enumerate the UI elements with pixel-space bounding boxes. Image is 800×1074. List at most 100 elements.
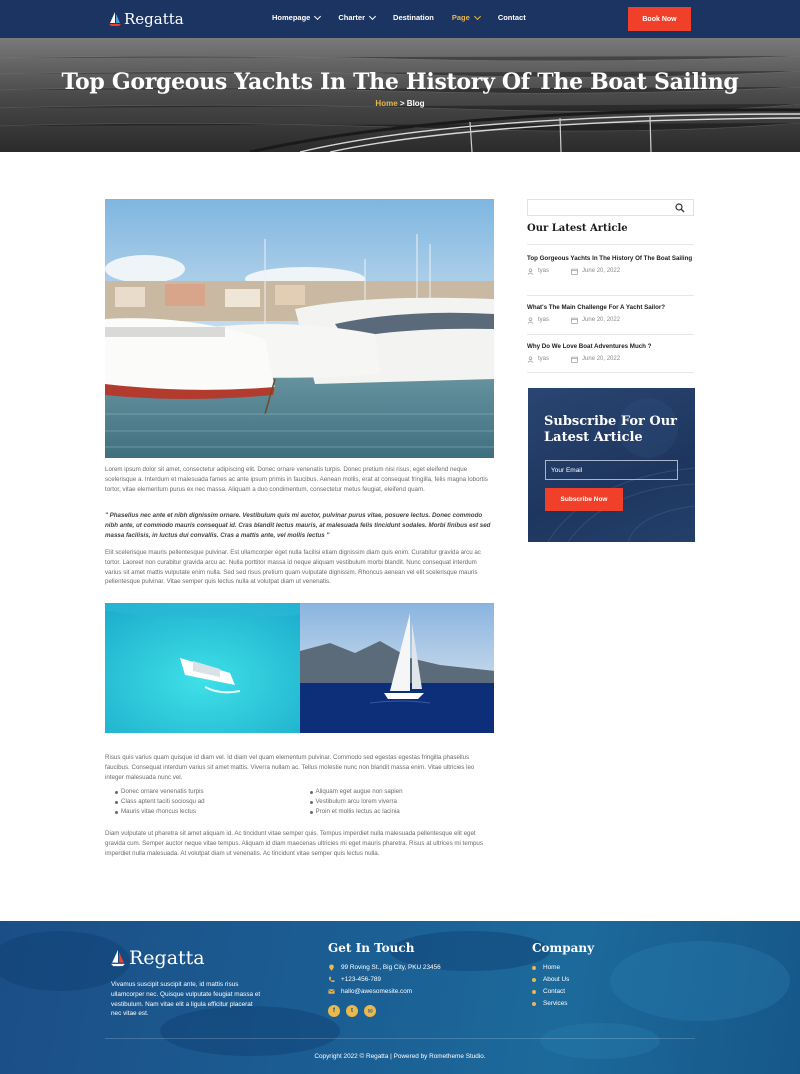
footer-link-label: Home (543, 964, 561, 971)
yacht-turquoise-water-image (105, 603, 300, 733)
phone-icon (328, 976, 335, 983)
latest-article-item[interactable]: Top Gorgeous Yachts In The History Of Th… (527, 254, 694, 275)
divider (527, 334, 694, 335)
footer-brand-name: Regatta (129, 947, 205, 969)
book-now-button[interactable]: Book Now (628, 7, 691, 31)
contact-phone[interactable]: +123-456-789 (328, 976, 381, 983)
sidebar-search (527, 199, 694, 220)
article-author: tyas (538, 356, 550, 363)
menu-label: Destination (393, 13, 434, 22)
sailboat-logo-icon (109, 12, 121, 26)
mail-icon (328, 989, 335, 994)
twitter-icon[interactable]: t (346, 1005, 358, 1017)
menu-item-homepage[interactable]: Homepage (272, 12, 322, 22)
subscribe-box: Subscribe For Our Latest Article Subscri… (528, 388, 695, 542)
article-date: June 20, 2022 (582, 356, 621, 363)
hero-sea-background (0, 38, 800, 152)
latest-article-item[interactable]: Why Do We Love Boat Adventures Much ? ty… (527, 342, 694, 363)
menu-label: Contact (497, 13, 526, 22)
sailboat-logo-icon (111, 949, 125, 967)
article-image-row (105, 603, 494, 733)
footer-about-text: Vivamus suscipit suscipit ante, id matti… (111, 981, 261, 1018)
article-author: tyas (538, 268, 550, 275)
footer-link-about-us[interactable]: About Us (532, 976, 569, 983)
latest-article-title[interactable]: Why Do We Love Boat Adventures Much ? (527, 342, 694, 352)
calendar-icon (571, 356, 578, 363)
article-date: June 20, 2022 (582, 317, 621, 324)
divider (527, 295, 694, 296)
footer-link-label: Contact (543, 988, 566, 995)
user-icon (527, 356, 534, 363)
contact-email[interactable]: hallo@awesomesite.com (328, 988, 412, 995)
email-social-icon[interactable]: ✉ (364, 1005, 376, 1017)
list-item: Aliquam eget augue non sapien (309, 787, 495, 797)
article-date: June 20, 2022 (582, 268, 621, 275)
article-bullet-lists: Donec ornare venenatis turpis Class apte… (105, 787, 494, 817)
main-menu: Homepage Charter Destination Page Contac… (272, 12, 544, 22)
subscribe-email-field[interactable] (545, 460, 678, 480)
contact-heading: Get In Touch (328, 941, 415, 955)
bullet-dot-icon (532, 977, 536, 982)
search-input[interactable] (528, 204, 668, 220)
article-paragraph-4: Diam vulputate ut pharetra sit amet aliq… (105, 830, 483, 857)
calendar-icon (571, 317, 578, 324)
list-item: Donec ornare venenatis turpis (115, 787, 300, 797)
breadcrumb-separator: > (399, 99, 405, 108)
article-meta: tyas June 20, 2022 (527, 356, 694, 363)
subscribe-button[interactable]: Subscribe Now (545, 488, 623, 511)
latest-article-title[interactable]: Top Gorgeous Yachts In The History Of Th… (527, 254, 694, 264)
social-links: f t ✉ (328, 1005, 376, 1017)
article-author: tyas (538, 317, 550, 324)
article-paragraph-3: Risus quis varius quam quisque id diam v… (105, 754, 475, 781)
facebook-icon[interactable]: f (328, 1005, 340, 1017)
list-item: Proin et mollis lectus ac lacinia (309, 807, 495, 817)
search-icon[interactable] (675, 203, 685, 213)
subscribe-title: Subscribe For Our Latest Article (544, 414, 678, 445)
article-meta: tyas June 20, 2022 (527, 317, 694, 324)
bullet-list-left: Donec ornare venenatis turpis Class apte… (105, 787, 300, 817)
calendar-icon (571, 268, 578, 275)
menu-item-destination[interactable]: Destination (393, 13, 434, 22)
latest-articles-title: Our Latest Article (527, 223, 628, 234)
latest-article-item[interactable]: What's The Main Challenge For A Yacht Sa… (527, 303, 694, 324)
brand-logo[interactable]: Regatta (109, 9, 184, 29)
footer-link-services[interactable]: Services (532, 1000, 568, 1007)
chevron-down-icon (473, 12, 481, 20)
article-paragraph-2: Elit scelerisque mauris pellentesque pul… (105, 549, 481, 586)
breadcrumb-home-link[interactable]: Home (375, 99, 397, 108)
page-hero: Top Gorgeous Yachts In The History Of Th… (0, 38, 800, 152)
footer-link-label: About Us (543, 976, 570, 983)
menu-item-contact[interactable]: Contact (498, 13, 526, 22)
footer-link-home[interactable]: Home (532, 964, 560, 971)
breadcrumb-current: Blog (406, 99, 425, 108)
menu-item-page[interactable]: Page (451, 12, 481, 22)
latest-article-title[interactable]: What's The Main Challenge For A Yacht Sa… (527, 303, 694, 313)
marina-yachts-image (105, 199, 494, 458)
bullet-list-right: Aliquam eget augue non sapien Vestibulum… (300, 787, 495, 817)
menu-label: Charter (338, 13, 366, 22)
footer-link-contact[interactable]: Contact (532, 988, 565, 995)
divider (527, 372, 694, 373)
email-text: hallo@awesomesite.com (341, 988, 413, 995)
footer-link-label: Services (543, 1000, 568, 1007)
address-text: 99 Roving St., Big City, PKU 23456 (341, 964, 441, 971)
phone-text: +123-456-789 (341, 976, 381, 983)
menu-label: Homepage (272, 13, 311, 22)
page-title: Top Gorgeous Yachts In The History Of Th… (61, 69, 739, 95)
footer-brand-logo[interactable]: Regatta (111, 947, 205, 969)
article-paragraph-1: Lorem ipsum dolor sit amet, consectetur … (105, 466, 488, 493)
menu-item-charter[interactable]: Charter (338, 12, 377, 22)
divider (527, 244, 694, 245)
list-item: Class aptent taciti sociosqu ad (115, 797, 300, 807)
user-icon (527, 268, 534, 275)
menu-label: Page (451, 13, 470, 22)
list-item: Mauris vitae rhoncus lectus (115, 807, 300, 817)
article-meta: tyas June 20, 2022 (527, 268, 694, 275)
bullet-dot-icon (532, 1001, 536, 1006)
contact-address: 99 Roving St., Big City, PKU 23456 (328, 964, 441, 971)
footer-divider (105, 1038, 695, 1039)
company-heading: Company (532, 941, 595, 955)
article-quote: " Phasellus nec ante et nibh dignissim o… (105, 512, 491, 539)
copyright-text: Copyright 2022 © Regatta | Powered by Ro… (314, 1053, 486, 1060)
sailboat-sea-image (299, 603, 494, 733)
